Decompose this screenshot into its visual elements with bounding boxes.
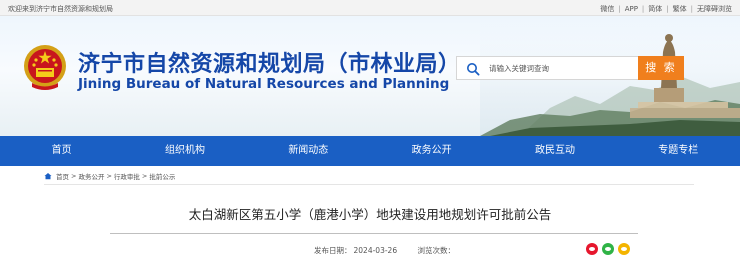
share-buttons [586, 243, 634, 255]
app-link[interactable]: APP [625, 5, 638, 13]
site-title-en: Jining Bureau of Natural Resources and P… [78, 76, 450, 92]
top-links: 微信 | APP | 简体 | 繁体 | 无障碍浏览 [600, 4, 732, 14]
article-title: 太白湖新区第五小学（鹿港小学）地块建设用地规划许可批前公告 [188, 207, 552, 222]
breadcrumb: 首页 > 政务公开 > 行政审批 > 批前公示 [44, 171, 175, 181]
divider: | [618, 5, 621, 13]
wechat-share-icon[interactable] [602, 243, 614, 255]
publish-date: 2024-03-26 [353, 246, 398, 255]
wechat-link[interactable]: 微信 [600, 4, 614, 14]
search-button[interactable]: 搜 索 [638, 56, 684, 80]
qzone-share-icon[interactable] [618, 243, 630, 255]
article-meta: 发布日期： 2024-03-26 浏览次数： [314, 245, 455, 256]
main-nav: 首页 组织机构 新闻动态 政务公开 政民互动 专题专栏 [0, 136, 740, 166]
national-emblem-icon [24, 45, 66, 90]
breadcrumb-administrative-approval[interactable]: 行政审批 [114, 171, 140, 181]
nav-item-home[interactable]: 首页 [0, 136, 123, 166]
search-input[interactable] [489, 60, 634, 77]
breadcrumb-home[interactable]: 首页 [56, 171, 69, 181]
breadcrumb-government-affairs[interactable]: 政务公开 [78, 171, 104, 181]
divider: | [641, 5, 645, 13]
breadcrumb-separator: > [141, 172, 148, 180]
divider: | [666, 5, 669, 13]
divider: | [690, 5, 693, 13]
traditional-link[interactable]: 繁体 [673, 4, 687, 14]
site-title-cn: 济宁市自然资源和规划局（市林业局） [78, 52, 461, 77]
search-bar: 搜 索 [456, 56, 684, 80]
nav-item-special-topics[interactable]: 专题专栏 [617, 136, 740, 166]
simplified-link[interactable]: 简体 [648, 4, 662, 14]
breadcrumb-pre-approval-notice[interactable]: 批前公示 [149, 171, 175, 181]
accessibility-link[interactable]: 无障碍浏览 [697, 4, 732, 14]
views-label: 浏览次数： [417, 246, 455, 255]
breadcrumb-divider [44, 184, 694, 185]
breadcrumb-separator: > [106, 172, 112, 180]
welcome-text: 欢迎来到济宁市自然资源和规划局 [8, 5, 113, 13]
search-box [456, 56, 638, 80]
nav-item-government-affairs[interactable]: 政务公开 [370, 136, 493, 166]
nav-item-news[interactable]: 新闻动态 [247, 136, 370, 166]
home-icon [44, 173, 52, 180]
nav-item-interaction[interactable]: 政民互动 [493, 136, 616, 166]
article-title-divider [110, 233, 638, 234]
breadcrumb-separator: > [71, 172, 77, 180]
top-bar: 欢迎来到济宁市自然资源和规划局 微信 | APP | 简体 | 繁体 | 无障碍… [0, 0, 740, 16]
site-header: 济宁市自然资源和规划局（市林业局） Jining Bureau of Natur… [0, 16, 740, 136]
weibo-share-icon[interactable] [586, 243, 598, 255]
search-icon [467, 63, 480, 76]
publish-date-label: 发布日期： [314, 246, 352, 255]
nav-item-organization[interactable]: 组织机构 [123, 136, 246, 166]
